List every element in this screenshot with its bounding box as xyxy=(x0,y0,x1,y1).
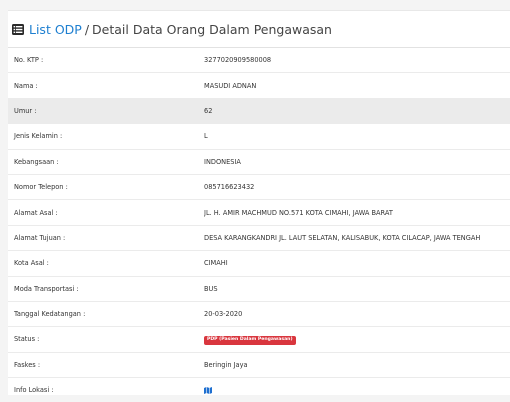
map-icon[interactable] xyxy=(204,386,212,394)
row-label: Tanggal Kedatangan : xyxy=(14,310,86,319)
page-title: Detail Data Orang Dalam Pengawasan xyxy=(92,21,332,37)
row-label: No. KTP : xyxy=(14,56,44,65)
row-label: Umur : xyxy=(14,106,37,115)
row-value: BUS xyxy=(204,284,218,293)
table-row: Kebangsaan : INDONESIA xyxy=(8,150,510,175)
breadcrumb: List ODP / Detail Data Orang Dalam Penga… xyxy=(8,11,510,47)
row-label: Kota Asal : xyxy=(14,259,49,268)
list-icon xyxy=(12,23,24,35)
table-row: No. KTP : 3277020909580008 xyxy=(8,48,510,74)
row-value: Beringin Jaya xyxy=(204,360,248,369)
table-row: Nomor Telepon : 085716623432 xyxy=(8,175,510,201)
row-value: CIMAHI xyxy=(204,259,228,268)
row-value: 20-03-2020 xyxy=(204,310,243,319)
table-row: Alamat Asal : JL. H. AMIR MACHMUD NO.571… xyxy=(8,200,510,226)
breadcrumb-separator: / xyxy=(84,21,90,37)
row-value: JL. H. AMIR MACHMUD NO.571 KOTA CIMAHI, … xyxy=(204,208,393,217)
status-badge: PDP (Pasien Dalam Pengawasan) xyxy=(204,336,296,345)
row-value: INDONESIA xyxy=(204,157,241,166)
table-row: Kota Asal : CIMAHI xyxy=(8,251,510,277)
row-label: Info Lokasi : xyxy=(14,386,54,395)
table-row: Jenis Kelamin : L xyxy=(8,124,510,150)
table-row: Tanggal Kedatangan : 20-03-2020 xyxy=(8,302,510,328)
table-row: Alamat Tujuan : DESA KARANGKANDRI JL. LA… xyxy=(8,226,510,252)
row-value: MASUDI ADNAN xyxy=(204,81,257,90)
table-row: Status : PDP (Pasien Dalam Pengawasan) xyxy=(8,327,510,353)
row-label: Alamat Asal : xyxy=(14,208,58,217)
row-value: PDP (Pasien Dalam Pengawasan) xyxy=(204,334,510,345)
row-label: Nomor Telepon : xyxy=(14,183,68,192)
table-row: Nama : MASUDI ADNAN xyxy=(8,73,510,99)
detail-table: No. KTP : 3277020909580008 Nama : MASUDI… xyxy=(8,47,510,402)
row-label: Kebangsaan : xyxy=(14,157,59,166)
row-label: Faskes : xyxy=(14,360,41,369)
table-row: Moda Transportasi : BUS xyxy=(8,277,510,302)
row-label: Nama : xyxy=(14,81,38,90)
list-odp-link[interactable]: List ODP xyxy=(29,22,82,37)
detail-card: List ODP / Detail Data Orang Dalam Penga… xyxy=(8,10,510,395)
row-value xyxy=(204,386,510,394)
row-label: Moda Transportasi : xyxy=(14,284,79,293)
row-label: Jenis Kelamin : xyxy=(14,132,63,141)
row-label: Status : xyxy=(14,335,40,344)
table-row: Faskes : Beringin Jaya xyxy=(8,353,510,379)
row-value: L xyxy=(204,132,208,141)
row-value: 62 xyxy=(204,106,213,115)
row-value: DESA KARANGKANDRI JL. LAUT SELATAN, KALI… xyxy=(204,233,481,242)
row-value: 085716623432 xyxy=(204,183,255,192)
table-row: Umur : 62 xyxy=(8,98,510,125)
table-row: Info Lokasi : xyxy=(8,378,510,402)
row-value: 3277020909580008 xyxy=(204,56,272,65)
row-label: Alamat Tujuan : xyxy=(14,233,66,242)
